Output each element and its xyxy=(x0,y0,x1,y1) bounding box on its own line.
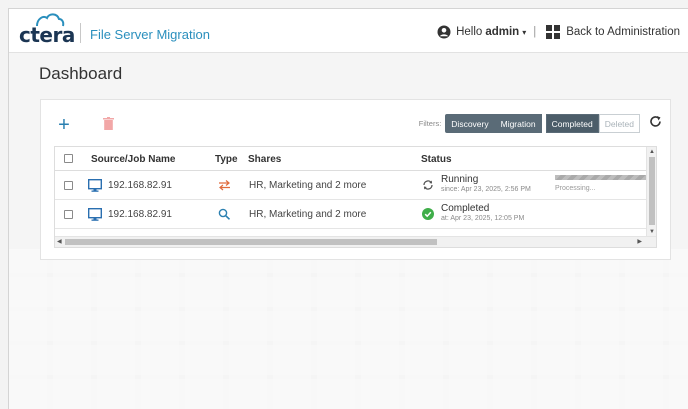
jobs-table: Source/Job Name Type Shares Status 192.1… xyxy=(54,146,657,248)
select-all-checkbox[interactable] xyxy=(64,154,73,163)
progress-bar xyxy=(555,175,647,180)
column-shares[interactable]: Shares xyxy=(248,154,281,165)
discovery-search-icon xyxy=(218,208,231,220)
filter-deleted[interactable]: Deleted xyxy=(598,113,640,133)
scroll-down-icon[interactable]: ▼ xyxy=(649,229,655,235)
app-name: File Server Migration xyxy=(90,27,210,42)
grid-icon[interactable] xyxy=(546,25,561,39)
row-checkbox[interactable] xyxy=(64,210,73,219)
server-monitor-icon xyxy=(88,208,102,221)
filters-label: Filters: xyxy=(418,118,442,128)
filter-migration[interactable]: Migration xyxy=(494,113,542,133)
scrollbar-thumb[interactable] xyxy=(65,239,437,245)
page-title: Dashboard xyxy=(39,64,123,83)
shares-cell: HR, Marketing and 2 more xyxy=(249,180,367,191)
shares-cell: HR, Marketing and 2 more xyxy=(249,209,367,220)
scroll-left-icon[interactable]: ◀ xyxy=(57,238,62,245)
table-header: Source/Job Name Type Shares Status xyxy=(55,147,646,171)
username-dropdown[interactable]: admin xyxy=(485,26,519,38)
vertical-scrollbar[interactable]: ▲ ▼ xyxy=(646,147,656,236)
add-button[interactable]: + xyxy=(51,112,77,138)
logo-text: ctera xyxy=(19,23,75,47)
migration-arrows-icon xyxy=(219,180,230,191)
filter-discovery[interactable]: Discovery xyxy=(445,113,495,133)
table-row[interactable]: 192.168.82.91 HR, Marketing and 2 more R… xyxy=(55,171,647,200)
refresh-icon[interactable] xyxy=(649,115,662,128)
scroll-up-icon[interactable]: ▲ xyxy=(649,149,655,155)
chevron-down-icon[interactable]: ▾ xyxy=(522,28,526,37)
column-status[interactable]: Status xyxy=(421,154,452,165)
status-text: Completed xyxy=(441,203,490,214)
source-name[interactable]: 192.168.82.91 xyxy=(108,180,172,191)
back-to-administration-link[interactable]: Back to Administration xyxy=(566,26,680,38)
status-timestamp: at: Apr 23, 2025, 12:05 PM xyxy=(441,215,525,222)
row-checkbox[interactable] xyxy=(64,181,73,190)
hello-text: Hello xyxy=(456,26,483,38)
user-area: Hello admin ▾ | Back to Administration xyxy=(437,23,688,41)
status-timestamp: since: Apr 23, 2025, 2:56 PM xyxy=(441,186,531,193)
trash-icon[interactable] xyxy=(103,117,114,130)
top-navbar: ctera File Server Migration Hello admin … xyxy=(9,9,688,53)
source-name[interactable]: 192.168.82.91 xyxy=(108,209,172,220)
server-monitor-icon xyxy=(88,179,102,192)
table-row[interactable]: 192.168.82.91 HR, Marketing and 2 more C… xyxy=(55,200,646,229)
progress-text: Processing... xyxy=(555,185,596,192)
check-circle-icon xyxy=(422,208,434,220)
filter-completed[interactable]: Completed xyxy=(545,113,599,133)
column-source[interactable]: Source/Job Name xyxy=(91,154,175,165)
sync-icon xyxy=(423,180,433,190)
status-text: Running xyxy=(441,174,479,185)
horizontal-scrollbar[interactable]: ◀ ▶ xyxy=(55,236,656,247)
user-circle-icon[interactable] xyxy=(437,25,451,39)
scroll-right-icon[interactable]: ▶ xyxy=(637,238,642,245)
background-pattern xyxy=(9,249,688,409)
scrollbar-thumb[interactable] xyxy=(649,157,655,225)
header-divider xyxy=(80,23,81,43)
separator: | xyxy=(533,26,537,38)
column-type[interactable]: Type xyxy=(215,154,238,165)
plus-icon: + xyxy=(58,113,70,136)
ctera-logo[interactable]: ctera xyxy=(19,13,83,47)
app-window: ctera File Server Migration Hello admin … xyxy=(8,8,688,409)
filters-group: Filters: Discovery Migration Completed D… xyxy=(419,113,640,133)
dashboard-card: + Filters: Discovery Migration Completed… xyxy=(40,99,671,260)
